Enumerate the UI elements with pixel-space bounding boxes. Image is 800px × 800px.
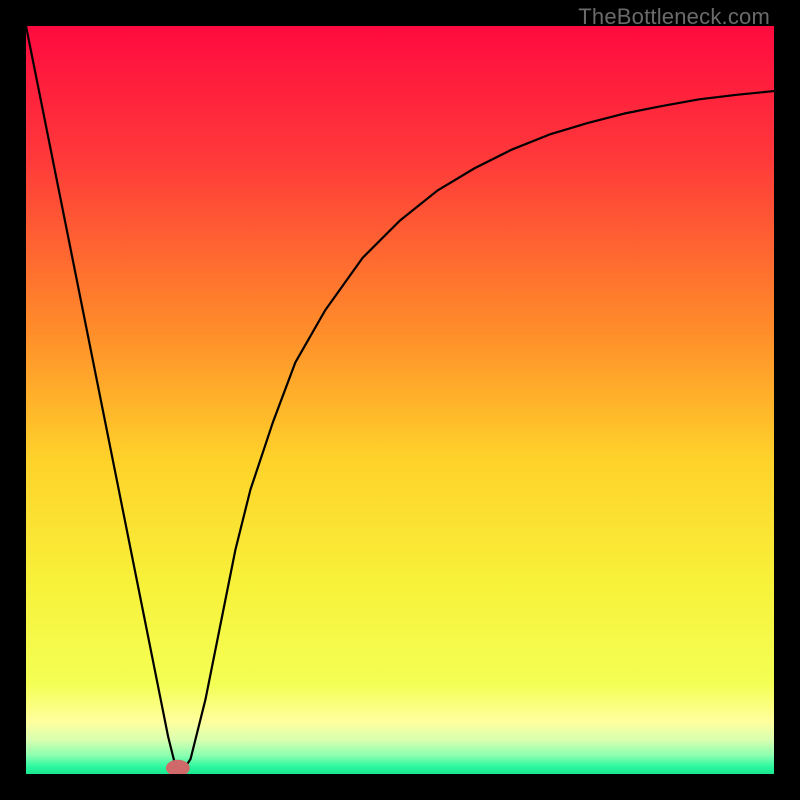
- chart-canvas: [26, 26, 774, 774]
- watermark-text: TheBottleneck.com: [578, 4, 770, 30]
- chart-frame: [26, 26, 774, 774]
- gradient-background: [26, 26, 774, 774]
